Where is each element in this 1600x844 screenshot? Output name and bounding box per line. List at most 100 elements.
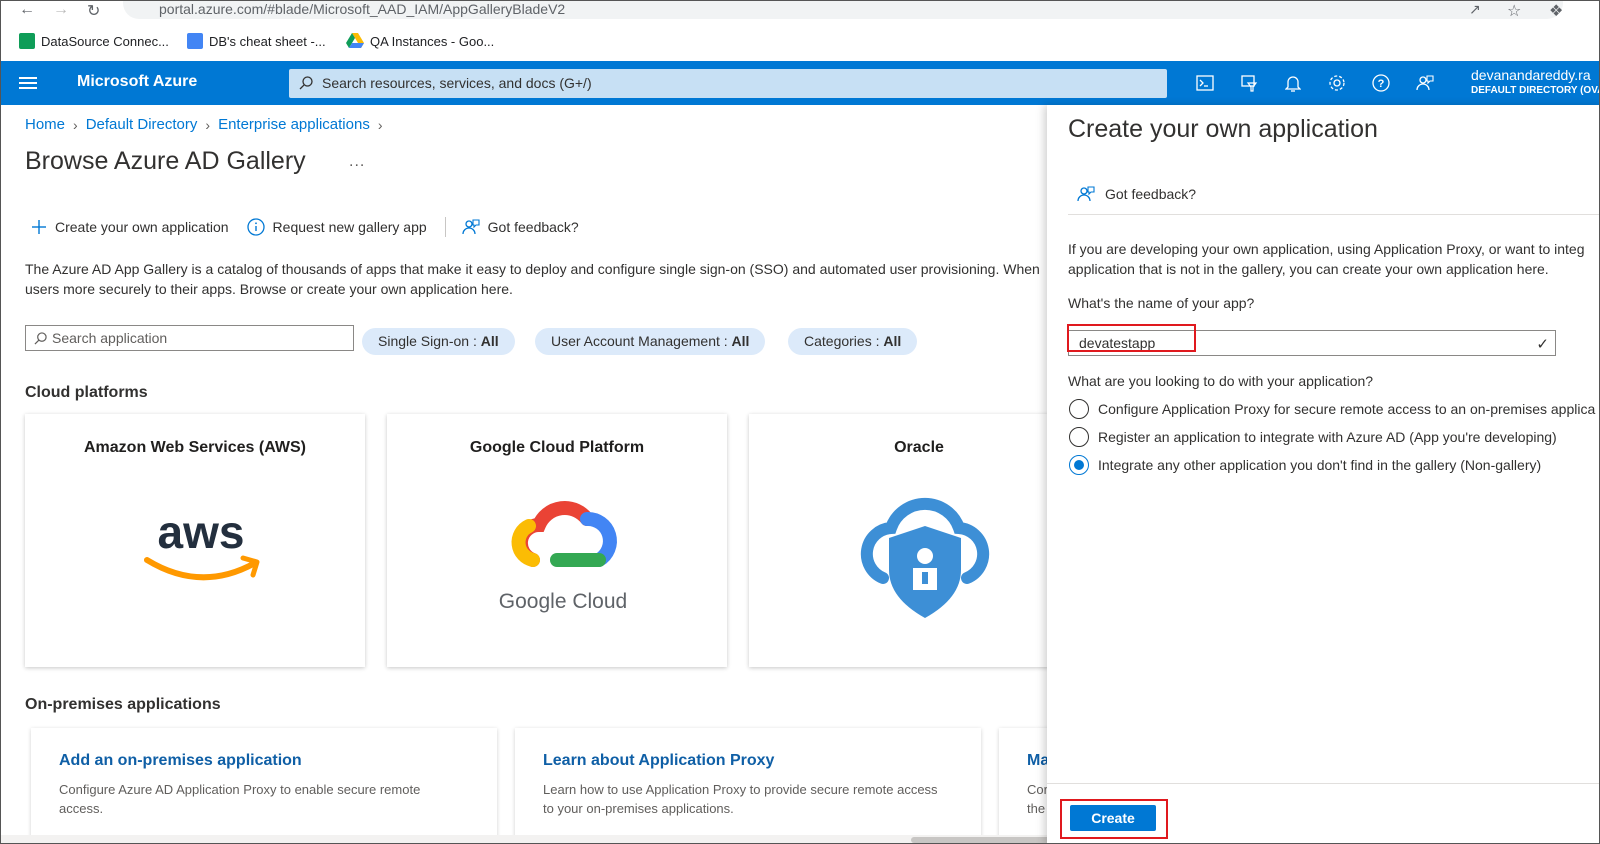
got-feedback-label: Got feedback? — [487, 219, 579, 235]
plus-icon — [32, 220, 46, 234]
filter-label: Categories : — [804, 333, 884, 349]
bookmark-label: QA Instances - Goo... — [370, 33, 495, 49]
request-gallery-app-button[interactable]: Request new gallery app — [246, 218, 427, 236]
filter-categories[interactable]: Categories : All — [788, 328, 918, 355]
search-application-input[interactable]: Search application — [25, 325, 354, 351]
cloud-shell-icon[interactable] — [1193, 71, 1217, 95]
scrollbar-thumb[interactable] — [911, 837, 1051, 843]
app-card-oracle[interactable]: Oracle — [749, 414, 1049, 667]
portal-menu-icon[interactable] — [19, 74, 37, 92]
app-card-google-cloud[interactable]: Google Cloud Platform Google Cloud — [387, 414, 727, 667]
cloud-platforms-heading: Cloud platforms — [25, 384, 148, 401]
panel-divider — [1068, 214, 1599, 215]
panel-description-line: application that is not in the gallery, … — [1068, 261, 1549, 277]
breadcrumb-default-directory[interactable]: Default Directory — [86, 116, 198, 133]
horizontal-scrollbar[interactable] — [1, 835, 1051, 843]
got-feedback-button[interactable]: Got feedback? — [462, 218, 579, 236]
breadcrumb-home[interactable]: Home — [25, 116, 65, 133]
create-own-app-label: Create your own application — [55, 219, 229, 235]
option-label: Configure Application Proxy for secure r… — [1098, 401, 1596, 417]
app-card-aws[interactable]: Amazon Web Services (AWS) aws — [25, 414, 365, 667]
settings-icon[interactable] — [1325, 71, 1349, 95]
description-line: users more securely to their apps. Brows… — [25, 281, 513, 297]
option-application-proxy[interactable]: Configure Application Proxy for secure r… — [1069, 399, 1595, 419]
screenshot-frame: ← → ↻ portal.azure.com/#blade/Microsoft_… — [0, 0, 1600, 844]
docs-icon — [187, 33, 203, 49]
on-premises-heading: On-premises applications — [25, 696, 221, 713]
feedback-icon[interactable] — [1413, 71, 1437, 95]
more-options-button[interactable]: ... — [349, 153, 365, 171]
extensions-icon[interactable]: ❖ — [1549, 1, 1563, 21]
aws-logo: aws — [119, 468, 283, 632]
panel-title: Create your own application — [1068, 115, 1378, 143]
option-label: Integrate any other application you don'… — [1098, 457, 1542, 473]
radio-button[interactable] — [1069, 399, 1089, 419]
breadcrumb: Home › Default Directory › Enterprise ap… — [25, 116, 383, 133]
google-cloud-wordmark: Google Cloud — [499, 590, 627, 613]
reload-icon[interactable]: ↻ — [87, 1, 100, 21]
panel-description: If you are developing your own applicati… — [1068, 239, 1599, 279]
user-name: devanandareddy.ra — [1471, 67, 1591, 83]
checkmark-icon: ✓ — [1536, 336, 1549, 353]
option-register-app[interactable]: Register an application to integrate wit… — [1069, 427, 1557, 447]
address-bar[interactable]: portal.azure.com/#blade/Microsoft_AAD_IA… — [123, 1, 1563, 19]
star-icon[interactable]: ☆ — [1507, 1, 1521, 21]
aws-wordmark: aws — [158, 506, 245, 558]
filter-value: All — [883, 333, 902, 349]
onprem-card-title[interactable]: Ma — [1027, 752, 1049, 770]
onprem-card[interactable]: Learn about Application Proxy Learn how … — [515, 728, 981, 843]
filter-value: All — [480, 333, 499, 349]
app-card-title: Google Cloud Platform — [469, 439, 645, 456]
bookmark-item[interactable]: DB's cheat sheet -... — [187, 33, 326, 49]
notifications-icon[interactable] — [1281, 71, 1305, 95]
google-cloud-logo: Google Cloud — [481, 468, 645, 632]
onprem-card-desc: Configure Azure AD Application Proxy to … — [59, 782, 421, 816]
sheets-icon — [19, 33, 35, 49]
back-icon[interactable]: ← — [19, 1, 35, 19]
forward-icon[interactable]: → — [53, 1, 69, 19]
feedback-icon — [1077, 186, 1095, 202]
filter-single-sign-on[interactable]: Single Sign-on : All — [362, 328, 515, 355]
option-label: Register an application to integrate wit… — [1098, 429, 1557, 445]
global-search-input[interactable]: Search resources, services, and docs (G+… — [289, 69, 1167, 98]
brand-title[interactable]: Microsoft Azure — [77, 73, 197, 91]
directory-filter-icon[interactable] — [1237, 71, 1261, 95]
onprem-card[interactable]: Add an on-premises application Configure… — [31, 728, 497, 843]
create-own-app-button[interactable]: Create your own application — [31, 219, 229, 235]
browser-toolbar: ← → ↻ portal.azure.com/#blade/Microsoft_… — [1, 1, 1599, 21]
onprem-card-desc: Cor the — [1027, 782, 1048, 816]
help-icon[interactable]: ? — [1369, 71, 1393, 95]
feedback-icon — [462, 219, 480, 235]
panel-footer-divider — [1047, 783, 1599, 784]
user-account[interactable]: devanandareddy.ra DEFAULT DIRECTORY (OVA — [1471, 67, 1599, 98]
command-divider — [444, 217, 446, 237]
panel-feedback-label: Got feedback? — [1105, 186, 1197, 202]
app-card-title: Oracle — [894, 439, 944, 456]
breadcrumb-enterprise-applications[interactable]: Enterprise applications — [218, 116, 370, 133]
share-icon[interactable]: ↗ — [1469, 1, 1481, 18]
chevron-right-icon: › — [377, 116, 383, 133]
create-app-panel: Create your own application Got feedback… — [1047, 105, 1599, 843]
bookmark-label: DataSource Connec... — [41, 33, 169, 49]
filter-label: User Account Management : — [551, 333, 732, 349]
purpose-label: What are you looking to do with your app… — [1068, 373, 1374, 389]
oracle-logo — [843, 468, 1007, 632]
app-name-label: What's the name of your app? — [1068, 295, 1255, 311]
highlight-create-button — [1060, 799, 1168, 839]
option-non-gallery[interactable]: Integrate any other application you don'… — [1069, 455, 1541, 475]
onprem-card-title[interactable]: Learn about Application Proxy — [543, 752, 774, 770]
onprem-card-desc: Learn how to use Application Proxy to pr… — [543, 782, 938, 816]
description-line: The Azure AD App Gallery is a catalog of… — [25, 261, 1040, 277]
svg-text:?: ? — [1378, 78, 1385, 90]
bookmark-item[interactable]: DataSource Connec... — [19, 33, 169, 49]
search-application-placeholder: Search application — [52, 330, 168, 346]
panel-feedback-button[interactable]: Got feedback? — [1077, 185, 1196, 203]
radio-button-selected[interactable] — [1069, 455, 1089, 475]
page-title: Browse Azure AD Gallery — [25, 147, 306, 175]
onprem-card-title[interactable]: Add an on-premises application — [59, 752, 302, 770]
bookmarks-bar: DataSource Connec... DB's cheat sheet -.… — [1, 25, 1599, 59]
filter-user-account-management[interactable]: User Account Management : All — [535, 328, 766, 355]
radio-button[interactable] — [1069, 427, 1089, 447]
bookmark-item[interactable]: QA Instances - Goo... — [346, 33, 494, 49]
panel-description-line: If you are developing your own applicati… — [1068, 241, 1585, 257]
